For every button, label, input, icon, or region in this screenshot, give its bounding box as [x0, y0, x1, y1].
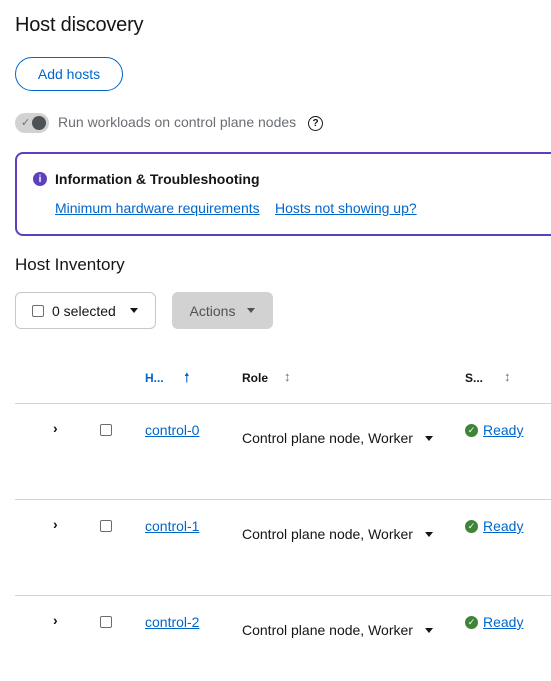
bulk-select-dropdown[interactable]: 0 selected: [15, 292, 156, 329]
hostname-link[interactable]: control-1: [145, 518, 199, 534]
caret-down-icon: [424, 531, 433, 537]
toggle-knob: [32, 116, 46, 130]
check-icon: ✓: [21, 117, 31, 129]
help-icon[interactable]: ?: [308, 116, 323, 131]
column-role[interactable]: Role: [242, 371, 268, 385]
sort-icon[interactable]: ↕: [504, 369, 511, 384]
role-value: Control plane node, Worker: [242, 430, 413, 446]
hostname-link[interactable]: control-2: [145, 614, 199, 630]
sort-icon[interactable]: ↕: [284, 369, 291, 384]
caret-down-icon: [424, 435, 433, 441]
info-icon: i: [33, 172, 47, 186]
expand-chevron-icon[interactable]: ›: [53, 612, 58, 628]
status-link[interactable]: Ready: [483, 518, 523, 534]
alert-title: Information & Troubleshooting: [55, 171, 260, 187]
caret-down-icon: [247, 308, 256, 313]
status-cell: ✓ Ready: [465, 614, 523, 630]
min-hardware-link[interactable]: Minimum hardware requirements: [55, 200, 260, 216]
inventory-title: Host Inventory: [15, 255, 125, 274]
actions-dropdown[interactable]: Actions: [172, 292, 273, 329]
page-title: Host discovery: [15, 14, 144, 36]
check-circle-icon: ✓: [465, 519, 478, 533]
bulk-select-checkbox[interactable]: [32, 304, 44, 317]
divider: [15, 595, 551, 596]
status-link[interactable]: Ready: [483, 422, 523, 438]
info-alert: [15, 152, 551, 236]
column-status[interactable]: S...: [465, 371, 483, 385]
expand-chevron-icon[interactable]: ›: [53, 516, 58, 532]
status-cell: ✓ Ready: [465, 518, 523, 534]
row-checkbox[interactable]: [100, 520, 112, 532]
role-dropdown[interactable]: Control plane node, Worker: [242, 430, 433, 446]
sort-ascending-icon[interactable]: 🠕: [184, 369, 190, 391]
caret-down-icon: [129, 308, 138, 313]
status-cell: ✓ Ready: [465, 422, 523, 438]
column-hostname[interactable]: H...: [145, 371, 164, 385]
run-workloads-label: Run workloads on control plane nodes: [58, 114, 297, 130]
expand-chevron-icon[interactable]: ›: [53, 420, 58, 436]
row-checkbox[interactable]: [100, 424, 112, 436]
selected-count: 0 selected: [52, 302, 116, 319]
divider: [15, 499, 551, 500]
actions-label: Actions: [189, 302, 236, 319]
status-link[interactable]: Ready: [483, 614, 523, 630]
role-dropdown[interactable]: Control plane node, Worker: [242, 622, 433, 638]
check-circle-icon: ✓: [465, 423, 478, 437]
role-value: Control plane node, Worker: [242, 526, 413, 542]
check-circle-icon: ✓: [465, 615, 478, 629]
role-dropdown[interactable]: Control plane node, Worker: [242, 526, 433, 542]
run-workloads-toggle[interactable]: ✓: [15, 113, 49, 133]
role-value: Control plane node, Worker: [242, 622, 413, 638]
caret-down-icon: [424, 627, 433, 633]
divider: [15, 403, 551, 404]
add-hosts-button[interactable]: Add hosts: [15, 57, 123, 91]
hosts-not-showing-link[interactable]: Hosts not showing up?: [275, 200, 417, 216]
row-checkbox[interactable]: [100, 616, 112, 628]
hostname-link[interactable]: control-0: [145, 422, 199, 438]
